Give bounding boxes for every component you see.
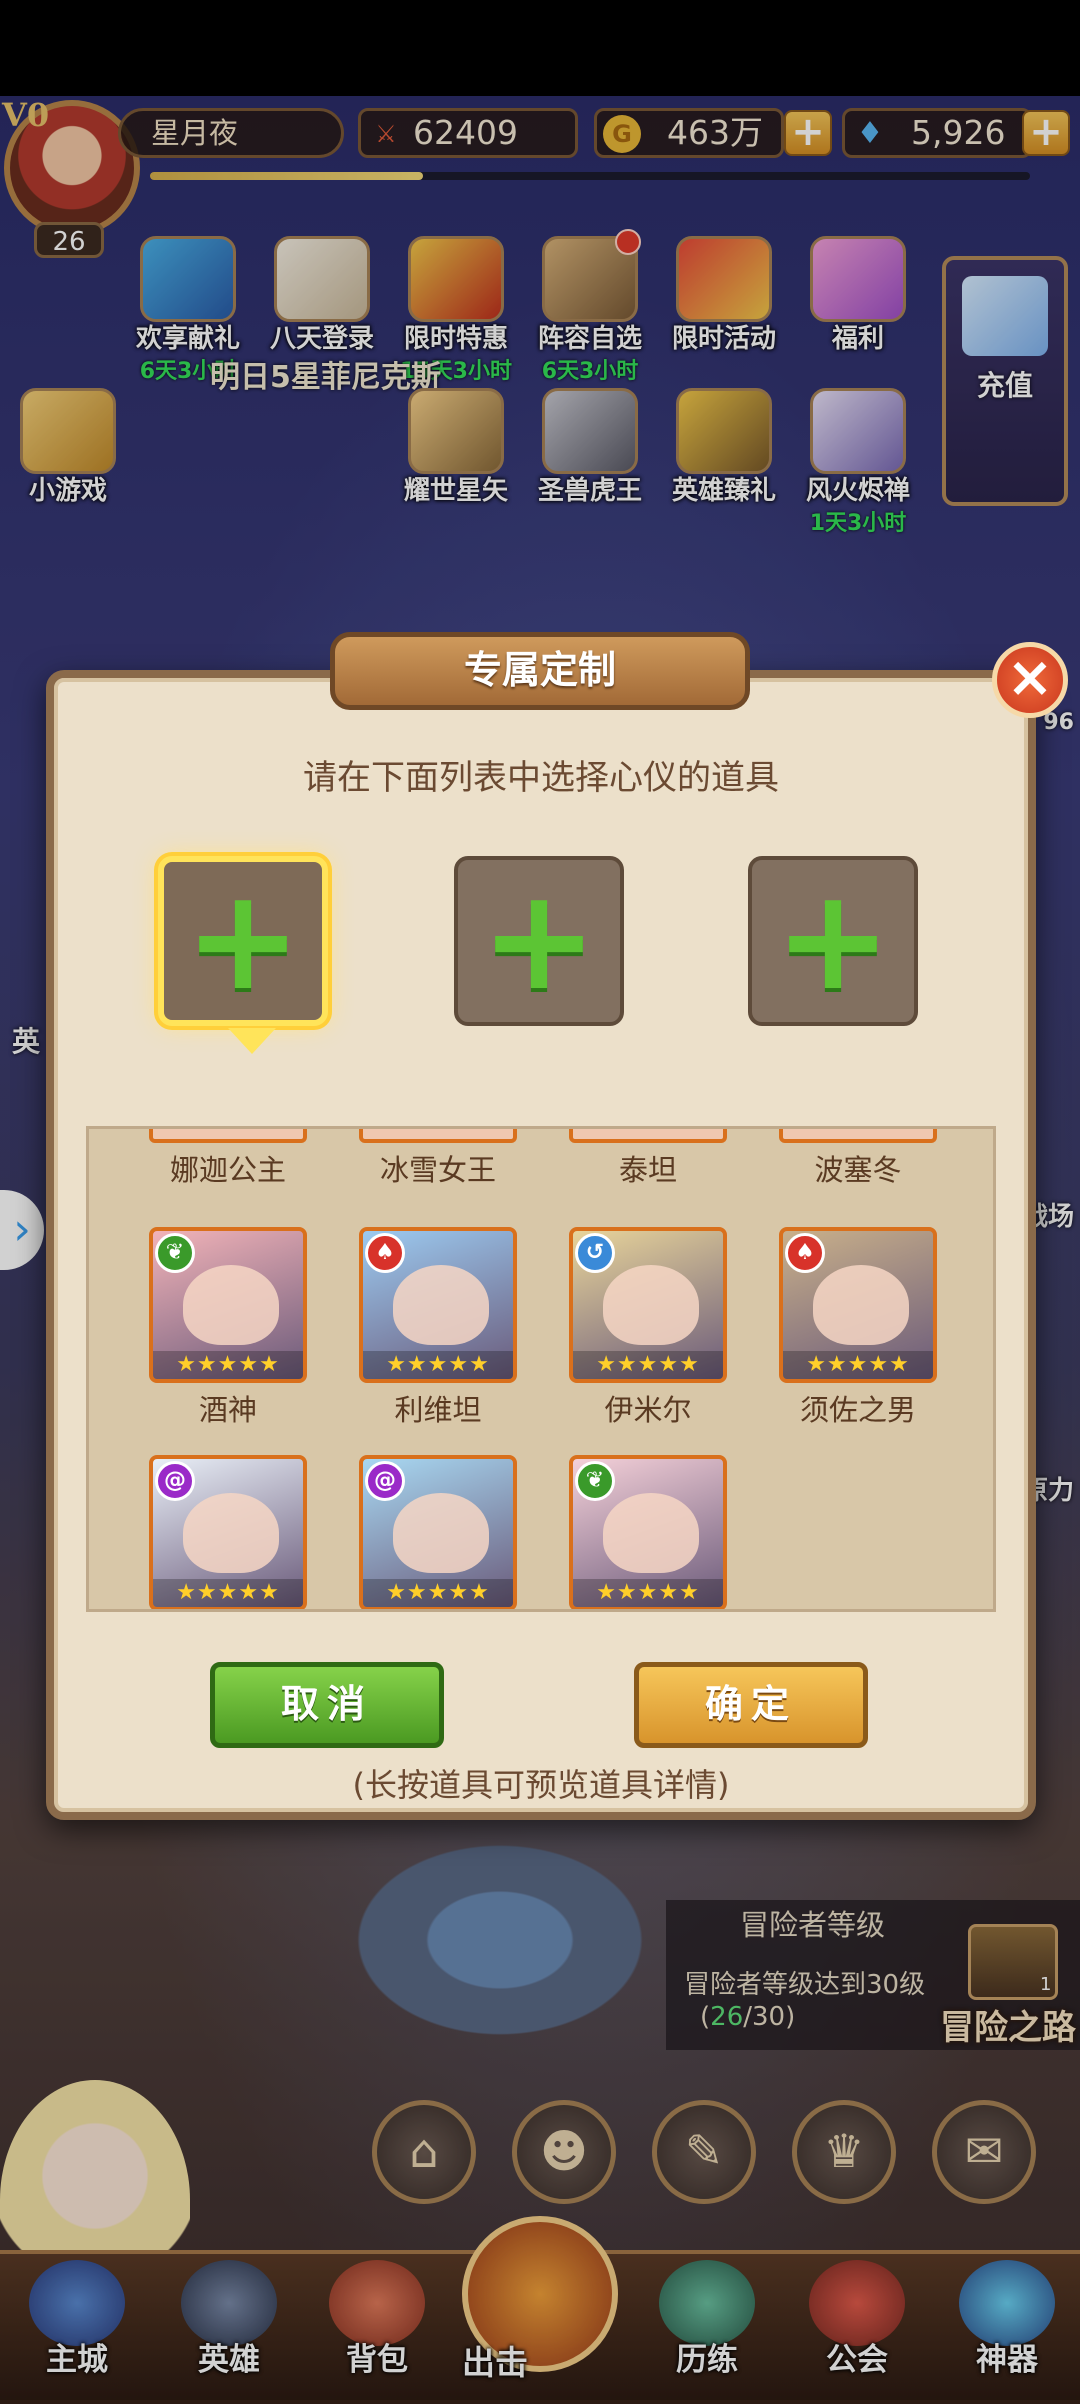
- hero-card: @ ★★★★★: [359, 1455, 517, 1609]
- hero-stars: ★★★★★: [363, 1579, 513, 1607]
- hero-card: ↺ ★★★★★: [569, 1227, 727, 1383]
- hero-item[interactable]: 波塞冬: [779, 1129, 937, 1189]
- hero-name: 波塞冬: [814, 1153, 902, 1187]
- hero-item[interactable]: @ ★★★★★: [359, 1455, 517, 1609]
- plus-icon: +: [480, 859, 598, 1022]
- hero-item[interactable]: ❦ ★★★★★: [569, 1455, 727, 1609]
- long-press-hint: (长按道具可预览道具详情): [352, 1766, 730, 1804]
- hero-card-partial: [359, 1129, 517, 1143]
- element-nature-icon: ❦: [155, 1233, 195, 1273]
- selected-slot-pointer: [228, 1028, 276, 1054]
- hero-card: ♠ ★★★★★: [779, 1227, 937, 1383]
- hero-portrait: [813, 1265, 909, 1345]
- hero-item[interactable]: ↺ ★★★★★ 伊米尔: [569, 1227, 727, 1429]
- hero-item[interactable]: 娜迦公主: [149, 1129, 307, 1189]
- hero-portrait: [183, 1265, 279, 1345]
- close-icon: ×: [1006, 645, 1054, 710]
- hero-card-partial: [779, 1129, 937, 1143]
- hero-name: 伊米尔: [604, 1393, 692, 1427]
- hero-item[interactable]: @ ★★★★★: [149, 1455, 307, 1609]
- item-slot-2[interactable]: +: [454, 856, 624, 1026]
- dialog-instruction: 请在下面列表中选择心仪的道具: [303, 758, 779, 798]
- plus-icon: +: [184, 859, 302, 1022]
- hero-portrait: [183, 1493, 279, 1573]
- hero-stars: ★★★★★: [573, 1579, 723, 1607]
- hero-name: 酒神: [198, 1393, 257, 1427]
- hero-stars: ★★★★★: [573, 1351, 723, 1379]
- element-fire-icon: ♠: [785, 1233, 825, 1273]
- element-dark-icon: @: [155, 1461, 195, 1501]
- item-slot-1[interactable]: +: [158, 856, 328, 1026]
- item-slot-3[interactable]: +: [748, 856, 918, 1026]
- hero-name: 利维坦: [394, 1393, 482, 1427]
- hero-card: ❦ ★★★★★: [149, 1227, 307, 1383]
- close-button[interactable]: ×: [992, 642, 1068, 718]
- hero-item[interactable]: 泰坦: [569, 1129, 727, 1189]
- hero-item[interactable]: 冰雪女王: [359, 1129, 517, 1189]
- hero-item[interactable]: ♠ ★★★★★ 利维坦: [359, 1227, 517, 1429]
- hero-item[interactable]: ❦ ★★★★★ 酒神: [149, 1227, 307, 1429]
- hero-card-partial: [569, 1129, 727, 1143]
- hero-card: ♠ ★★★★★: [359, 1227, 517, 1383]
- confirm-button[interactable]: 确定: [634, 1662, 868, 1748]
- hero-portrait: [603, 1493, 699, 1573]
- hero-stars: ★★★★★: [153, 1351, 303, 1379]
- hero-portrait: [603, 1265, 699, 1345]
- hero-stars: ★★★★★: [363, 1351, 513, 1379]
- hero-name: 冰雪女王: [379, 1153, 496, 1187]
- element-nature-icon: ❦: [575, 1461, 615, 1501]
- hero-list[interactable]: 娜迦公主 冰雪女王 泰坦 波塞冬 ❦ ★★★★★ 酒神 ♠ ★★★★★ 利维坦 …: [86, 1126, 996, 1612]
- hero-portrait: [393, 1493, 489, 1573]
- hero-name: 娜迦公主: [169, 1153, 286, 1187]
- element-wind-icon: ↺: [575, 1233, 615, 1273]
- hero-card-partial: [149, 1129, 307, 1143]
- dialog-title: 专属定制: [330, 632, 750, 710]
- element-fire-icon: ♠: [365, 1233, 405, 1273]
- hero-stars: ★★★★★: [783, 1351, 933, 1379]
- plus-icon: +: [774, 859, 892, 1022]
- hero-card: ❦ ★★★★★: [569, 1455, 727, 1609]
- hero-portrait: [393, 1265, 489, 1345]
- hero-name: 须佐之男: [799, 1393, 916, 1427]
- element-dark-icon: @: [365, 1461, 405, 1501]
- hero-stars: ★★★★★: [153, 1579, 303, 1607]
- hero-card: @ ★★★★★: [149, 1455, 307, 1609]
- hero-name: 泰坦: [618, 1153, 677, 1187]
- hero-item[interactable]: ♠ ★★★★★ 须佐之男: [779, 1227, 937, 1429]
- cancel-button[interactable]: 取消: [210, 1662, 444, 1748]
